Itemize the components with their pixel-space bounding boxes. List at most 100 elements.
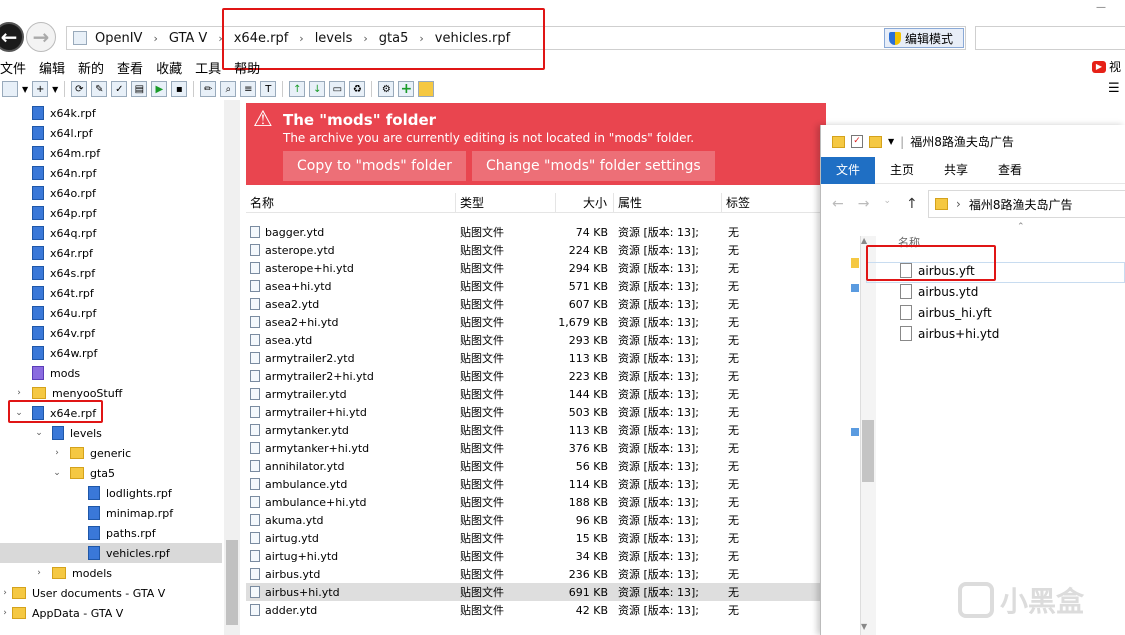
- play-icon[interactable]: ▶: [151, 81, 168, 97]
- collapse-arrow-icon[interactable]: ⌄: [50, 468, 64, 478]
- column-name[interactable]: 名称: [246, 193, 456, 212]
- tree-item-mods[interactable]: mods: [32, 363, 80, 383]
- copy-to-mods-button[interactable]: Copy to "mods" folder: [283, 151, 466, 181]
- text-file-icon[interactable]: ≡: [240, 81, 257, 97]
- export-icon[interactable]: ↓: [309, 81, 326, 97]
- table-row[interactable]: bagger.ytd 贴图文件 74 KB 资源 [版本: 13]; 无: [246, 223, 822, 241]
- tree-item[interactable]: x64l.rpf: [32, 123, 92, 143]
- expand-arrow-icon[interactable]: ›: [50, 448, 64, 458]
- menu-help[interactable]: 帮助: [234, 58, 260, 78]
- column-size[interactable]: 大小: [556, 193, 614, 212]
- menu-view[interactable]: 查看: [117, 58, 143, 78]
- menu-edit[interactable]: 编辑: [39, 58, 65, 78]
- tree-item[interactable]: x64u.rpf: [32, 303, 96, 323]
- tree-item[interactable]: paths.rpf: [88, 523, 156, 543]
- tree-item[interactable]: minimap.rpf: [88, 503, 173, 523]
- table-row[interactable]: annihilator.ytd 贴图文件 56 KB 资源 [版本: 13]; 无: [246, 457, 822, 475]
- explorer-file-item[interactable]: airbus.ytd: [900, 284, 978, 299]
- tab-home[interactable]: 主页: [875, 157, 929, 184]
- table-row[interactable]: airbus.ytd 贴图文件 236 KB 资源 [版本: 13]; 无: [246, 565, 822, 583]
- tab-view[interactable]: 查看: [983, 157, 1037, 184]
- expand-arrow-icon[interactable]: ›: [12, 388, 26, 398]
- tab-file[interactable]: 文件: [821, 156, 875, 184]
- breadcrumb-openiv[interactable]: OpenIV: [95, 31, 142, 46]
- find-icon[interactable]: ⌕: [220, 81, 237, 97]
- edit-mode-button[interactable]: 编辑模式: [884, 28, 964, 48]
- tree-item[interactable]: x64o.rpf: [32, 183, 96, 203]
- table-row[interactable]: armytrailer.ytd 贴图文件 144 KB 资源 [版本: 13]; 无: [246, 385, 822, 403]
- table-row[interactable]: armytanker.ytd 贴图文件 113 KB 资源 [版本: 13]; 无: [246, 421, 822, 439]
- tree-item-vehicles[interactable]: vehicles.rpf: [0, 543, 222, 563]
- tree-item[interactable]: x64n.rpf: [32, 163, 96, 183]
- tree-item[interactable]: x64w.rpf: [32, 343, 97, 363]
- refresh-icon[interactable]: ⟳: [71, 81, 88, 97]
- table-row[interactable]: ambulance+hi.ytd 贴图文件 188 KB 资源 [版本: 13]; 无: [246, 493, 822, 511]
- settings-icon[interactable]: ⚙: [378, 81, 395, 97]
- new-file-icon[interactable]: [2, 81, 18, 97]
- column-type[interactable]: 类型: [456, 193, 556, 212]
- breadcrumb-gtav[interactable]: GTA V: [169, 31, 207, 46]
- save-icon[interactable]: ▪: [171, 81, 188, 97]
- quick-access-dropdown-icon[interactable]: ▼: [888, 137, 894, 146]
- explorer-file-item[interactable]: airbus_hi.yft: [900, 305, 992, 320]
- table-row[interactable]: adder.ytd 贴图文件 42 KB 资源 [版本: 13]; 无: [246, 601, 822, 619]
- table-row-selected[interactable]: airbus+hi.ytd 贴图文件 691 KB 资源 [版本: 13]; 无: [246, 583, 822, 601]
- collapse-arrow-icon[interactable]: ⌄: [32, 428, 46, 438]
- tree-item[interactable]: lodlights.rpf: [88, 483, 172, 503]
- expand-arrow-icon[interactable]: ›: [0, 588, 12, 598]
- tree-item[interactable]: x64s.rpf: [32, 263, 95, 283]
- tree-item[interactable]: x64v.rpf: [32, 323, 95, 343]
- tree-scrollbar-thumb[interactable]: [226, 540, 238, 625]
- explorer-scrollbar-thumb[interactable]: [862, 420, 874, 482]
- tree-item-appdata[interactable]: › AppData - GTA V: [0, 603, 123, 623]
- scroll-up-icon[interactable]: ▲: [861, 236, 867, 245]
- up-arrow-icon[interactable]: ↑: [906, 196, 918, 212]
- table-row[interactable]: asterope+hi.ytd 贴图文件 294 KB 资源 [版本: 13]; 无: [246, 259, 822, 277]
- check-icon[interactable]: ✓: [111, 81, 128, 97]
- layout-icon[interactable]: ☰: [1108, 81, 1120, 96]
- minimize-icon[interactable]: —: [1096, 2, 1116, 13]
- scroll-down-icon[interactable]: ▼: [861, 622, 867, 631]
- properties-icon[interactable]: ✓: [851, 135, 863, 148]
- video-menu[interactable]: ▶ 视: [1092, 58, 1121, 75]
- table-row[interactable]: armytrailer2+hi.ytd 贴图文件 223 KB 资源 [版本: 13]…: [246, 367, 822, 385]
- menu-file[interactable]: 文件: [0, 58, 26, 78]
- table-row[interactable]: airtug+hi.ytd 贴图文件 34 KB 资源 [版本: 13]; 无: [246, 547, 822, 565]
- table-row[interactable]: armytrailer+hi.ytd 贴图文件 503 KB 资源 [版本: 13];…: [246, 403, 822, 421]
- new-folder-icon[interactable]: [869, 135, 882, 148]
- tree-item-user-documents[interactable]: › User documents - GTA V: [0, 583, 165, 603]
- tree-item[interactable]: x64q.rpf: [32, 223, 96, 243]
- change-mods-settings-button[interactable]: Change "mods" folder settings: [472, 151, 715, 181]
- text-icon[interactable]: T: [260, 81, 277, 97]
- recent-dropdown-icon[interactable]: ⌄: [883, 196, 891, 212]
- tree-item[interactable]: x64t.rpf: [32, 283, 94, 303]
- table-row[interactable]: asea2+hi.ytd 贴图文件 1,679 KB 资源 [版本: 13]; 无: [246, 313, 822, 331]
- explorer-file-item[interactable]: airbus+hi.ytd: [900, 326, 999, 341]
- tree-item-levels[interactable]: ⌄ levels: [32, 423, 102, 443]
- tree-icon[interactable]: ▤: [131, 81, 148, 97]
- new-doc-icon[interactable]: +: [32, 81, 49, 97]
- menu-favorites[interactable]: 收藏: [156, 58, 182, 78]
- table-row[interactable]: akuma.ytd 贴图文件 96 KB 资源 [版本: 13]; 无: [246, 511, 822, 529]
- expand-arrow-icon[interactable]: ›: [0, 608, 12, 618]
- menu-tools[interactable]: 工具: [195, 58, 221, 78]
- explorer-address-bar[interactable]: › 福州8路渔夫岛广告: [928, 190, 1125, 218]
- tab-share[interactable]: 共享: [929, 157, 983, 184]
- tree-item[interactable]: x64m.rpf: [32, 143, 100, 163]
- table-row[interactable]: armytrailer2.ytd 贴图文件 113 KB 资源 [版本: 13]; 无: [246, 349, 822, 367]
- forward-arrow-icon[interactable]: →: [858, 196, 870, 212]
- column-tag[interactable]: 标签: [722, 193, 822, 212]
- table-row[interactable]: airtug.ytd 贴图文件 15 KB 资源 [版本: 13]; 无: [246, 529, 822, 547]
- table-row[interactable]: armytanker+hi.ytd 贴图文件 376 KB 资源 [版本: 13]; 无: [246, 439, 822, 457]
- forward-button[interactable]: →: [26, 22, 56, 52]
- pencil-icon[interactable]: ✏: [200, 81, 217, 97]
- tree-item[interactable]: x64p.rpf: [32, 203, 96, 223]
- table-row[interactable]: asea.ytd 贴图文件 293 KB 资源 [版本: 13]; 无: [246, 331, 822, 349]
- edit-icon[interactable]: ✎: [91, 81, 108, 97]
- search-input[interactable]: [975, 26, 1125, 50]
- import-icon[interactable]: ↑: [289, 81, 306, 97]
- add-icon[interactable]: +: [398, 81, 415, 97]
- back-arrow-icon[interactable]: ←: [832, 196, 844, 212]
- table-row[interactable]: asea+hi.ytd 贴图文件 571 KB 资源 [版本: 13]; 无: [246, 277, 822, 295]
- tree-item-models[interactable]: › models: [32, 563, 112, 583]
